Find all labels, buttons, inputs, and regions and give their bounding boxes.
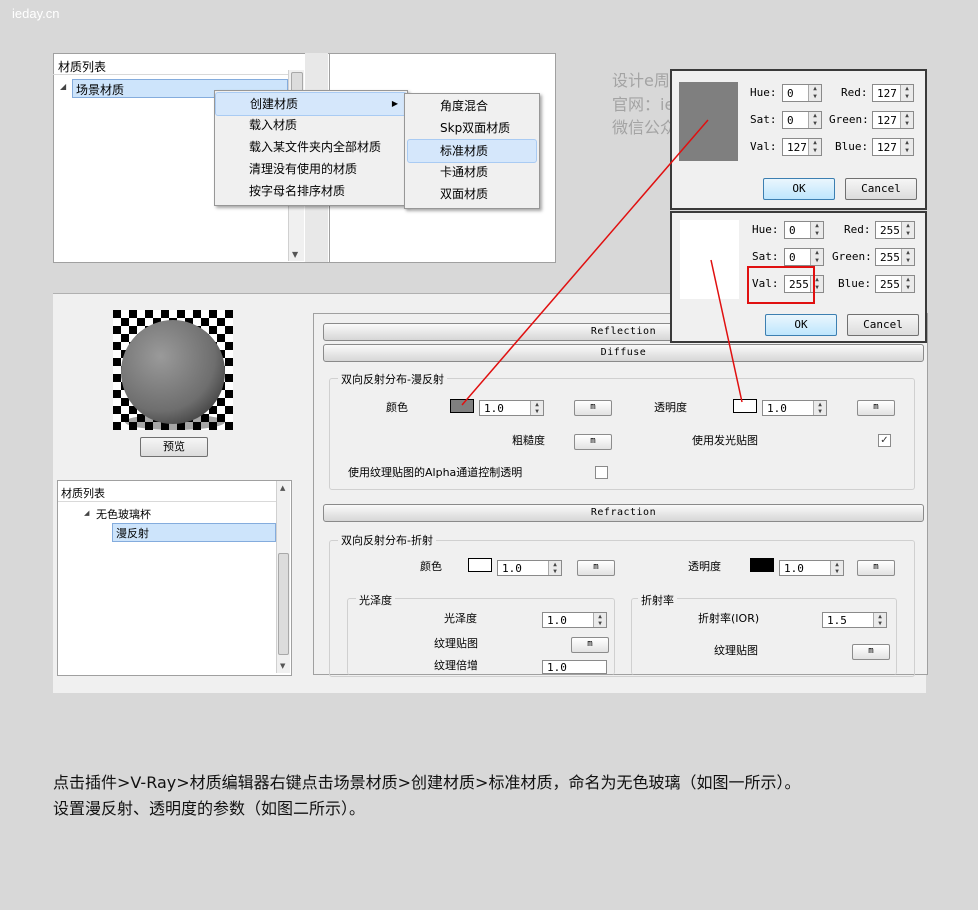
caption-line-2: 设置漫反射、透明度的参数（如图二所示）。 — [53, 799, 366, 818]
caption-line-1: 点击插件>V-Ray>材质编辑器右键点击场景材质>创建材质>标准材质，命名为无色… — [53, 773, 801, 792]
instruction-caption: 点击插件>V-Ray>材质编辑器右键点击场景材质>创建材质>标准材质，命名为无色… — [53, 770, 800, 822]
annotation-line-white — [710, 259, 743, 403]
annotation-line-gray — [461, 119, 709, 406]
